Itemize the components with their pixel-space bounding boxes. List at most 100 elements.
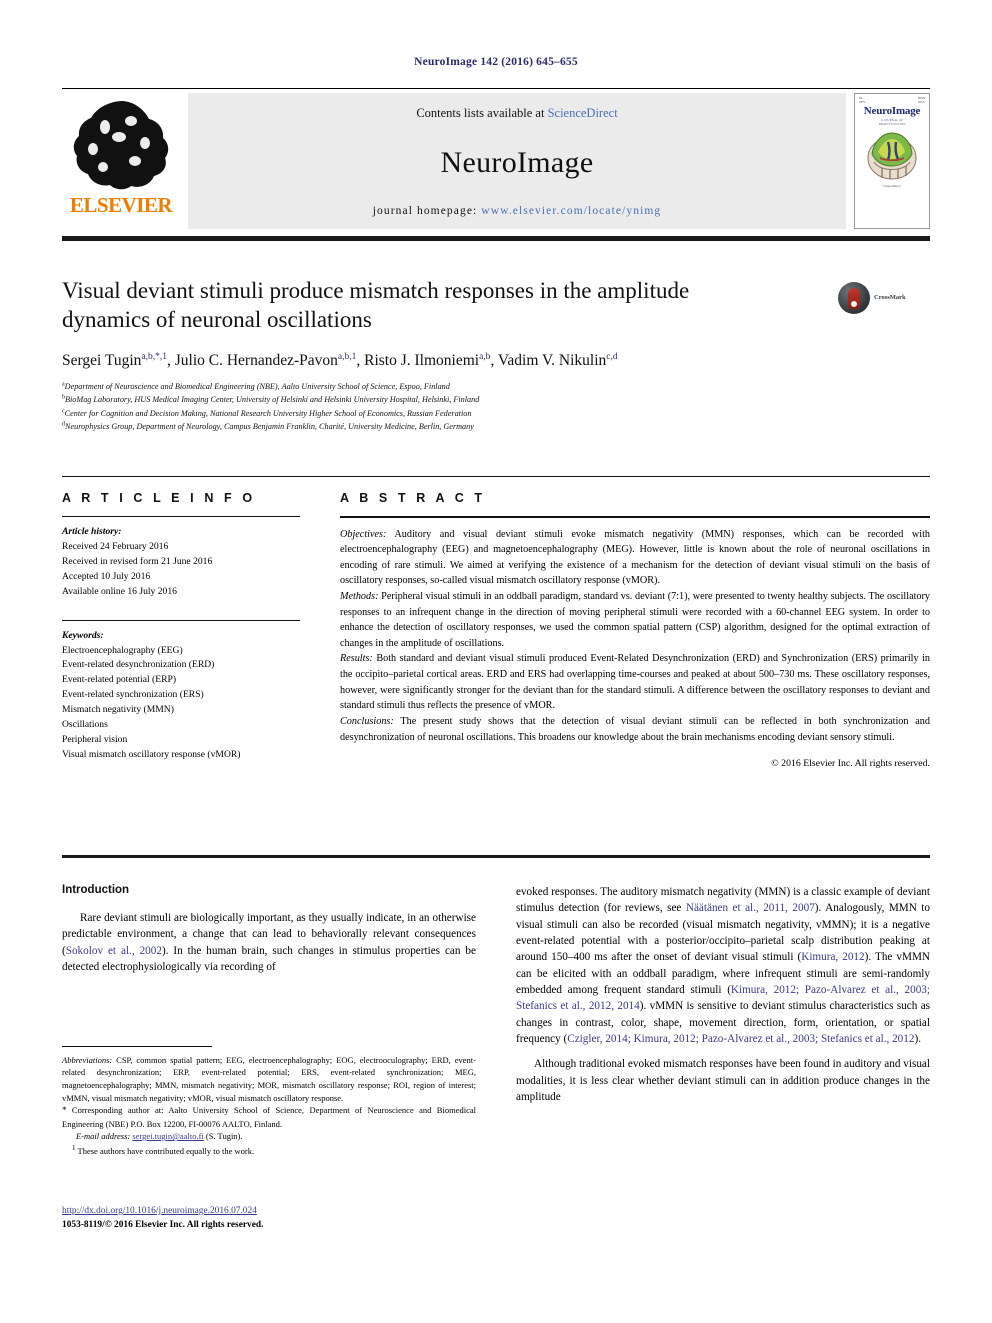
author-name: Sergei Tugin bbox=[62, 352, 142, 370]
affiliation-text: BioMag Laboratory, HUS Medical Imaging C… bbox=[65, 395, 480, 405]
affiliation-item: bBioMag Laboratory, HUS Medical Imaging … bbox=[62, 393, 892, 406]
author-sup: a,b,1 bbox=[337, 352, 357, 362]
affiliation-item: dNeurophysics Group, Department of Neuro… bbox=[62, 420, 892, 433]
email-label: E-mail address: bbox=[76, 1131, 131, 1142]
cover-footer: ScienceDirect bbox=[883, 184, 901, 189]
author-name: Julio C. Hernandez-Pavon bbox=[174, 352, 338, 370]
abstract-objectives-label: Objectives: bbox=[340, 528, 387, 540]
introduction-heading: Introduction bbox=[62, 884, 130, 896]
abstract-results: Results: Both standard and deviant visua… bbox=[340, 651, 930, 713]
abbreviations-footnote: Abbreviations: CSP, common spatial patte… bbox=[62, 1054, 476, 1104]
keywords-block: Keywords: Electroencephalography (EEG) E… bbox=[62, 619, 300, 763]
paper-page: NeuroImage 142 (2016) 645–655 ELSEVIER C… bbox=[0, 0, 992, 1323]
citation-link[interactable]: Czigler, 2014; Kimura, 2012; Pazo-Alvare… bbox=[567, 1033, 914, 1045]
intro-paragraph-right-2: Although traditional evoked mismatch res… bbox=[516, 1058, 930, 1104]
cover-subtitle: A JOURNAL OF BRAIN FUNCTION bbox=[878, 118, 906, 127]
issn-copyright-line: 1053-8119/© 2016 Elsevier Inc. All right… bbox=[62, 1220, 264, 1231]
abstract-results-label: Results: bbox=[340, 653, 373, 665]
intro-paragraph-left: Rare deviant stimuli are biologically im… bbox=[62, 910, 476, 975]
abstract-objectives-text: Auditory and visual deviant stimuli evok… bbox=[340, 528, 930, 587]
history-item: Received in revised form 21 June 2016 bbox=[62, 556, 213, 568]
intro-paragraph-right-1: evoked responses. The auditory mismatch … bbox=[516, 884, 930, 1047]
abstract-heading: A B S T R A C T bbox=[340, 491, 486, 506]
email-link[interactable]: sergei.tugin@aalto.fi bbox=[132, 1131, 203, 1141]
keyword-item: Mismatch negativity (MMN) bbox=[62, 703, 174, 715]
affiliation-text: Neurophysics Group, Department of Neurol… bbox=[65, 421, 474, 431]
crossmark-badge[interactable]: CrossMark bbox=[838, 278, 930, 318]
keyword-item: Oscillations bbox=[62, 718, 108, 730]
contents-prefix: Contents lists available at bbox=[416, 106, 548, 120]
brain-illustration-icon bbox=[867, 132, 917, 180]
journal-masthead: ELSEVIER Contents lists available at Sci… bbox=[62, 88, 930, 229]
footer-doi-block: http://dx.doi.org/10.1016/j.neuroimage.2… bbox=[62, 1204, 522, 1232]
keyword-item: Electroencephalography (EEG) bbox=[62, 644, 183, 656]
info-abstract-band: A R T I C L E I N F O Article history: R… bbox=[62, 476, 930, 769]
body-column-right: evoked responses. The auditory mismatch … bbox=[516, 884, 930, 1284]
history-item: Received 24 February 2016 bbox=[62, 541, 169, 553]
journal-cover-thumbnail: EL SEV ISSN 1053 NeuroImage A JOURNAL OF BR… bbox=[854, 93, 930, 229]
keyword-item: Event-related potential (ERP) bbox=[62, 674, 177, 686]
abstract-rule bbox=[340, 516, 930, 518]
homepage-url[interactable]: www.elsevier.com/locate/ynimg bbox=[481, 205, 661, 217]
abstract-methods-label: Methods: bbox=[340, 591, 379, 603]
cover-title: NeuroImage bbox=[863, 105, 921, 118]
history-item: Available online 16 July 2016 bbox=[62, 585, 177, 597]
abstract-conclusions-label: Conclusions: bbox=[340, 715, 394, 727]
abstract-methods-text: Peripheral visual stimuli in an oddball … bbox=[340, 591, 930, 649]
citation-link[interactable]: Näätänen et al., 2011, 2007 bbox=[686, 902, 815, 914]
cover-corner-right: ISSN 1053 bbox=[917, 96, 925, 104]
abstract-methods: Methods: Peripheral visual stimuli in an… bbox=[340, 589, 930, 651]
citation-link[interactable]: Kimura, 2012 bbox=[801, 951, 864, 963]
affiliation-text: Center for Cognition and Decision Making… bbox=[64, 408, 472, 418]
keyword-item: Peripheral vision bbox=[62, 733, 128, 745]
elsevier-logo: ELSEVIER bbox=[62, 93, 180, 229]
author-sup: c,d bbox=[606, 352, 618, 362]
abstract-column: A B S T R A C T Objectives: Auditory and… bbox=[340, 491, 930, 769]
email-suffix: (S. Tugin). bbox=[203, 1131, 243, 1142]
doi-link[interactable]: http://dx.doi.org/10.1016/j.neuroimage.2… bbox=[62, 1206, 257, 1216]
elsevier-tree-icon bbox=[73, 101, 169, 190]
equal-contribution-footnote: 1 These authors have contributed equally… bbox=[62, 1143, 476, 1157]
article-history-label: Article history: bbox=[62, 526, 122, 538]
equal-text: These authors have contributed equally t… bbox=[75, 1145, 255, 1156]
elsevier-wordmark: ELSEVIER bbox=[69, 193, 173, 217]
homepage-prefix: journal homepage: bbox=[372, 205, 482, 217]
author-list: Sergei Tugina,b,*,1, Julio C. Hernandez-… bbox=[62, 352, 618, 370]
running-head: NeuroImage 142 (2016) 645–655 bbox=[414, 56, 578, 68]
corresponding-text: Corresponding author at: Aalto Universit… bbox=[62, 1105, 476, 1129]
article-info-rule bbox=[62, 516, 300, 518]
contents-line: Contents lists available at ScienceDirec… bbox=[416, 106, 617, 121]
journal-title: NeuroImage bbox=[440, 146, 594, 179]
keywords-rule bbox=[62, 619, 300, 621]
abstract-results-text: Both standard and deviant visual stimuli… bbox=[340, 653, 930, 712]
corresponding-author-footnote: * Corresponding author at: Aalto Univers… bbox=[62, 1104, 476, 1130]
abbreviations-text: CSP, common spatial pattern; EEG, electr… bbox=[62, 1054, 476, 1103]
author-sup: a,b bbox=[479, 352, 491, 362]
abstract-conclusions: Conclusions: The present study shows tha… bbox=[340, 714, 930, 745]
author-name: Risto J. Ilmoniemi bbox=[364, 352, 480, 370]
cover-corner-left: EL SEV bbox=[859, 96, 866, 104]
abbreviations-label: Abbreviations: bbox=[62, 1054, 113, 1065]
crossmark-icon bbox=[838, 282, 870, 314]
homepage-line: journal homepage: www.elsevier.com/locat… bbox=[373, 205, 662, 217]
affiliation-item: cCenter for Cognition and Decision Makin… bbox=[62, 407, 892, 420]
email-footnote: E-mail address: sergei.tugin@aalto.fi (S… bbox=[62, 1130, 476, 1143]
author-name: Vadim V. Nikulin bbox=[497, 352, 607, 370]
intro-right-text-e: ). bbox=[914, 1033, 921, 1046]
abstract-conclusions-text: The present study shows that the detecti… bbox=[340, 715, 930, 743]
keyword-item: Event-related desynchronization (ERD) bbox=[62, 659, 215, 671]
keyword-item: Event-related synchronization (ERS) bbox=[62, 689, 204, 701]
affiliation-item: aDepartment of Neuroscience and Biomedic… bbox=[62, 380, 892, 393]
article-info-heading: A R T I C L E I N F O bbox=[62, 491, 256, 506]
band-bottom-rule bbox=[62, 855, 930, 858]
sciencedirect-link[interactable]: ScienceDirect bbox=[548, 106, 618, 120]
citation-link[interactable]: Sokolov et al., 2002 bbox=[66, 945, 162, 957]
footnote-separator bbox=[62, 1046, 212, 1047]
author-sup: a,b,*,1 bbox=[141, 352, 167, 362]
crossmark-label: CrossMark bbox=[874, 294, 906, 302]
article-info-column: A R T I C L E I N F O Article history: R… bbox=[62, 491, 300, 769]
abstract-copyright: © 2016 Elsevier Inc. All rights reserved… bbox=[771, 758, 930, 770]
keywords-label: Keywords: bbox=[62, 629, 104, 641]
masthead-bottom-rule bbox=[62, 236, 930, 241]
abstract-objectives: Objectives: Auditory and visual deviant … bbox=[340, 527, 930, 589]
